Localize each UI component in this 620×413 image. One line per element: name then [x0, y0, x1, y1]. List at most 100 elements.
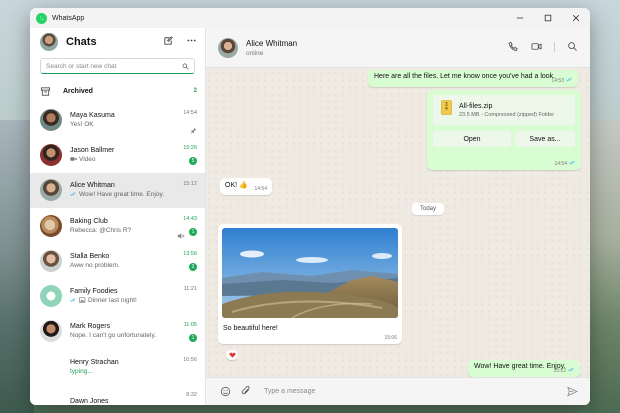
double-check-icon	[569, 160, 575, 165]
archived-label: Archived	[63, 87, 93, 95]
message-outgoing[interactable]: Wow! Have great time. Enjoy. 15:12	[468, 360, 580, 377]
chat-preview: Dinner last night!	[88, 297, 137, 305]
chat-item-dawn-jones[interactable]: Dawn Jones 8:32	[30, 384, 205, 405]
toolbar-divider	[554, 41, 555, 52]
message-text: Here are all the files. Let me know once…	[374, 73, 556, 80]
double-check-icon	[566, 77, 572, 82]
message-time: 14:53	[551, 78, 564, 84]
conversation-header: Alice Whitman online	[206, 28, 590, 68]
close-button[interactable]	[562, 8, 590, 28]
chat-sidebar: Chats Archived 2 Maya Kasuma Yes! OK 14:…	[30, 28, 206, 405]
chat-time: 14:43	[183, 215, 197, 222]
desktop-wallpaper-left	[0, 120, 34, 413]
message-input[interactable]	[264, 388, 590, 395]
chat-preview: Wow! Have great time. Enjoy.	[79, 191, 165, 199]
chat-item-henry-strachan[interactable]: Henry Strachan typing... 10:56	[30, 349, 205, 384]
reaction-badge[interactable]	[226, 350, 238, 360]
open-file-button[interactable]: Open	[433, 131, 511, 147]
search-icon	[182, 63, 189, 70]
file-meta: 23.5 MB - Compressed (zipped) Folder	[459, 111, 555, 118]
date-separator: Today	[412, 203, 444, 215]
chat-item-alice-whitman[interactable]: Alice Whitman Wow! Have great time. Enjo…	[30, 172, 205, 208]
chat-item-jason-ballmer[interactable]: Jason Ballmer Video 15:26 5	[30, 137, 205, 172]
archive-icon	[40, 86, 51, 96]
chat-time: 15:26	[183, 145, 197, 152]
emoji-icon[interactable]	[220, 386, 231, 397]
maximize-button[interactable]	[534, 8, 562, 28]
message-incoming[interactable]: OK! 👍 14:54	[220, 178, 272, 195]
heart-icon	[228, 352, 236, 358]
more-options-icon[interactable]	[186, 35, 197, 46]
avatar	[40, 320, 62, 343]
message-photo-incoming[interactable]: So beautiful here! 15:06	[218, 224, 402, 344]
chat-time: 11:05	[183, 321, 197, 328]
video-icon	[70, 157, 77, 161]
archived-count: 2	[193, 88, 197, 94]
message-file-outgoing: All-files.zip 23.5 MB - Compressed (zipp…	[427, 90, 581, 170]
chat-preview: Nope. I can't go unfortunately.	[70, 332, 157, 340]
chat-item-family-foodies[interactable]: Family Foodies Dinner last night! 11:21	[30, 278, 205, 313]
window-title: WhatsApp	[52, 14, 85, 22]
minimize-icon	[516, 17, 524, 19]
message-outgoing[interactable]: Here are all the files. Let me know once…	[368, 70, 578, 87]
message-time: 14:54	[254, 186, 267, 192]
avatar	[40, 214, 62, 237]
attach-icon[interactable]	[241, 386, 252, 397]
chat-item-baking-club[interactable]: Baking Club Rebecca: @Chris R? 14:43 1	[30, 208, 205, 243]
unread-badge: 1	[189, 227, 197, 236]
chat-time: 15:12	[183, 180, 197, 187]
new-chat-icon[interactable]	[163, 35, 174, 46]
double-check-icon	[568, 367, 574, 372]
title-bar: WhatsApp	[30, 8, 590, 28]
photo-caption: So beautiful here!	[223, 325, 278, 332]
unread-badge: 5	[189, 157, 197, 166]
muted-icon	[177, 233, 185, 239]
unread-badge: 1	[189, 333, 197, 342]
unread-badge: 2	[189, 263, 197, 272]
double-check-icon	[70, 298, 76, 303]
contact-avatar[interactable]	[218, 37, 238, 58]
contact-name[interactable]: Alice Whitman	[246, 39, 297, 48]
sidebar-header: Chats	[30, 28, 205, 56]
avatar	[40, 179, 62, 202]
message-time: 14:54	[554, 161, 567, 167]
message-text: Wow! Have great time. Enjoy.	[474, 363, 566, 370]
zip-file-icon	[441, 100, 452, 115]
send-icon[interactable]	[567, 386, 578, 397]
chat-item-maya-kasuma[interactable]: Maya Kasuma Yes! OK 14:54	[30, 102, 205, 137]
chat-preview: typing...	[70, 367, 93, 375]
avatar	[40, 391, 62, 405]
file-attachment[interactable]: All-files.zip 23.5 MB - Compressed (zipp…	[433, 95, 575, 125]
file-name: All-files.zip	[459, 102, 493, 110]
chat-time: 11:21	[183, 286, 197, 293]
chat-time: 8:32	[186, 392, 197, 399]
search-icon[interactable]	[567, 41, 578, 52]
message-text: OK! 👍	[225, 182, 248, 189]
voice-call-icon[interactable]	[508, 41, 519, 52]
contact-status: online	[246, 49, 264, 57]
message-time: 15:06	[384, 335, 397, 341]
search-input[interactable]	[46, 62, 182, 70]
avatar	[40, 108, 62, 131]
close-icon	[572, 14, 580, 22]
chat-time: 13:56	[183, 251, 197, 258]
photo-attachment[interactable]	[222, 228, 398, 318]
avatar	[40, 355, 62, 378]
avatar	[40, 285, 62, 308]
chat-preview: Aww no problem.	[70, 261, 120, 269]
chat-time: 10:56	[183, 357, 197, 364]
chat-item-mark-rogers[interactable]: Mark Rogers Nope. I can't go unfortunate…	[30, 314, 205, 349]
chat-time: 14:54	[183, 110, 197, 116]
save-as-button[interactable]: Save as...	[515, 131, 575, 147]
minimize-button[interactable]	[506, 8, 534, 28]
maximize-icon	[544, 14, 552, 22]
my-avatar[interactable]	[40, 33, 58, 51]
avatar	[40, 249, 62, 272]
landscape-photo-image	[222, 228, 398, 318]
video-call-icon[interactable]	[531, 41, 542, 52]
double-check-icon	[70, 192, 76, 197]
search-box	[40, 58, 195, 74]
chat-item-stalla-benko[interactable]: Stalla Benko Aww no problem. 13:56 2	[30, 243, 205, 278]
archived-row[interactable]: Archived 2	[30, 80, 205, 102]
chat-preview: Yes! OK	[70, 120, 94, 128]
